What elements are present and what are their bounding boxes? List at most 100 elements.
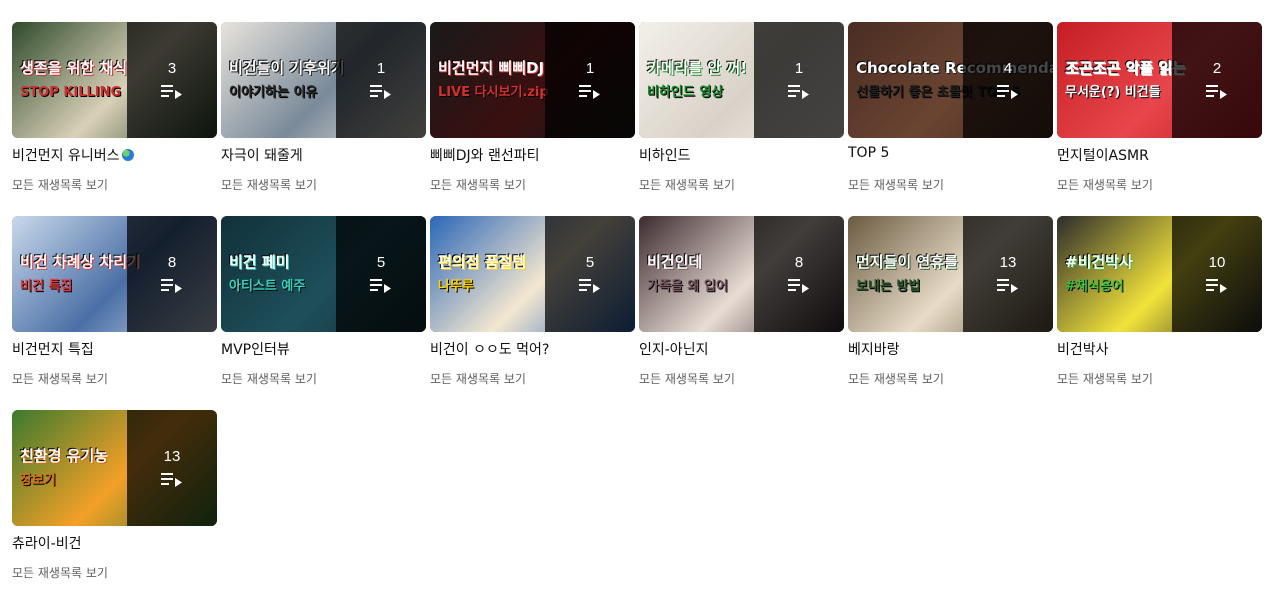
video-count: 2	[1212, 60, 1222, 77]
view-full-playlist-link[interactable]: 모든 재생목록 보기	[430, 370, 526, 387]
playlist-title-text: TOP 5	[848, 145, 890, 161]
playlist-title-text: MVP인터뷰	[221, 342, 290, 358]
view-full-playlist-link[interactable]: 모든 재생목록 보기	[1057, 176, 1153, 193]
playlist-card[interactable]: 편의점 품절템나뚜루 5 비건이 ㅇㅇ도 먹어? 모든 재생목록 보기	[430, 216, 635, 396]
view-full-playlist-link[interactable]: 모든 재생목록 보기	[430, 176, 526, 193]
playlist-icon	[161, 278, 183, 294]
playlist-thumbnail[interactable]: Chocolate Recommendation선물하기 좋은 초콜릿 TOP …	[848, 22, 1053, 138]
playlist-title-text: 비건먼지 특집	[12, 342, 94, 358]
view-full-playlist-link[interactable]: 모든 재생목록 보기	[12, 564, 108, 581]
playlist-thumbnail[interactable]: 편의점 품절템나뚜루 5	[430, 216, 635, 332]
playlist-title[interactable]: 먼지털이ASMR	[1057, 145, 1149, 165]
playlist-card[interactable]: 비건들이 기후위기 이야기하는 이유 1 자극이 돼줄게모든 재생목록 보기	[221, 22, 426, 202]
view-full-playlist-link[interactable]: 모든 재생목록 보기	[639, 176, 735, 193]
playlist-thumbnail[interactable]: 비건 차례상 차리기 비건 특집 8	[12, 216, 217, 332]
thumbnail-subheadline: 아티스트 예주	[229, 279, 306, 294]
thumbnail-subheadline: STOP KILLING	[20, 85, 122, 100]
thumbnail-headline: 카메라를 안 꺼!	[647, 59, 748, 77]
view-full-playlist-link[interactable]: 모든 재생목록 보기	[12, 370, 108, 387]
video-count: 1	[585, 60, 595, 77]
playlist-title[interactable]: 베지바랑	[848, 339, 900, 359]
thumbnail-headline: 비건인데	[647, 253, 703, 271]
playlist-count-overlay: 5	[545, 216, 635, 332]
video-count: 13	[999, 254, 1017, 271]
video-count: 10	[1208, 254, 1226, 271]
playlist-thumbnail[interactable]: #비건박사 #채식용어 10	[1057, 216, 1262, 332]
view-full-playlist-link[interactable]: 모든 재생목록 보기	[221, 370, 317, 387]
playlist-thumbnail[interactable]: 비건인데가족을 왜 입어 8	[639, 216, 844, 332]
playlist-card[interactable]: 생존을 위한 채식 STOP KILLING 3 비건먼지 유니버스모든 재생목록 보…	[12, 22, 217, 202]
playlist-card[interactable]: 비건 페미 아티스트 예주 5 MVP인터뷰 모든 재생목록 보기	[221, 216, 426, 396]
playlist-title[interactable]: 비건박사	[1057, 339, 1109, 359]
playlist-title-text: 인지-아닌지	[639, 342, 709, 358]
playlist-count-overlay: 5	[336, 216, 426, 332]
playlist-title[interactable]: 비하인드	[639, 145, 691, 165]
playlist-thumbnail[interactable]: 카메라를 안 꺼! 비하인드 영상 1	[639, 22, 844, 138]
playlist-icon	[579, 278, 601, 294]
playlist-card[interactable]: 비건 차례상 차리기 비건 특집 8 비건먼지 특집모든 재생목록 보기	[12, 216, 217, 396]
playlist-card[interactable]: 먼지들이 연휴를 보내는 방법 13 베지바랑모든 재생목록 보기	[848, 216, 1053, 396]
view-full-playlist-link[interactable]: 모든 재생목록 보기	[848, 176, 944, 193]
thumbnail-headline: 먼지들이 연휴를	[856, 253, 958, 271]
thumbnail-subheadline: LIVE 다시보기.zip	[438, 85, 549, 100]
playlist-thumbnail[interactable]: 비건먼지 삐삐DJ LIVE 다시보기.zip 1	[430, 22, 635, 138]
playlist-thumbnail[interactable]: 먼지들이 연휴를 보내는 방법 13	[848, 216, 1053, 332]
video-count: 8	[794, 254, 804, 271]
playlist-title[interactable]: MVP인터뷰	[221, 339, 290, 359]
playlist-title-text: 자극이 돼줄게	[221, 148, 303, 164]
video-count: 4	[1003, 60, 1013, 77]
thumbnail-subheadline: 무서운(?) 비건들	[1065, 85, 1161, 100]
playlist-card[interactable]: 비건인데가족을 왜 입어 8 인지-아닌지모든 재생목록 보기	[639, 216, 844, 396]
playlist-count-overlay: 8	[127, 216, 217, 332]
playlist-title-text: 비건먼지 유니버스	[12, 148, 120, 164]
playlist-thumbnail[interactable]: 생존을 위한 채식 STOP KILLING 3	[12, 22, 217, 138]
view-full-playlist-link[interactable]: 모든 재생목록 보기	[12, 176, 108, 193]
video-count: 3	[167, 60, 177, 77]
playlist-title[interactable]: 삐삐DJ와 랜선파티	[430, 145, 540, 165]
playlist-icon	[1206, 84, 1228, 100]
playlist-count-overlay: 2	[1172, 22, 1262, 138]
playlist-card[interactable]: 친환경 유기농 장보기 13 츄라이-비건모든 재생목록 보기	[12, 410, 217, 590]
thumbnail-headline: 비건먼지 삐삐DJ	[438, 59, 545, 77]
thumbnail-subheadline: 나뚜루	[438, 279, 474, 294]
playlist-card[interactable]: 카메라를 안 꺼! 비하인드 영상 1 비하인드모든 재생목록 보기	[639, 22, 844, 202]
playlist-title[interactable]: TOP 5	[848, 145, 889, 161]
playlist-thumbnail[interactable]: 비건 페미 아티스트 예주 5	[221, 216, 426, 332]
playlist-count-overlay: 1	[754, 22, 844, 138]
playlist-card[interactable]: #비건박사 #채식용어 10 비건박사모든 재생목록 보기	[1057, 216, 1262, 396]
video-count: 1	[376, 60, 386, 77]
playlist-title[interactable]: 인지-아닌지	[639, 339, 708, 359]
playlist-icon	[370, 84, 392, 100]
playlist-card[interactable]: 조곤조곤 악플 읽는무서운(?) 비건들 2 먼지털이ASMR 모든 재생목록 보기	[1057, 22, 1262, 202]
playlist-title[interactable]: 비건먼지 유니버스	[12, 145, 134, 165]
playlist-count-overlay: 4	[963, 22, 1053, 138]
view-full-playlist-link[interactable]: 모든 재생목록 보기	[639, 370, 735, 387]
thumbnail-headline: 친환경 유기농	[20, 447, 109, 465]
thumbnail-headline: 편의점 품절템	[438, 253, 527, 271]
thumbnail-headline: 조곤조곤 악플 읽는	[1065, 59, 1186, 77]
playlist-title-text: 비건이 ㅇㅇ도 먹어?	[430, 342, 550, 358]
playlist-card[interactable]: Chocolate Recommendation선물하기 좋은 초콜릿 TOP …	[848, 22, 1053, 202]
playlist-icon	[997, 278, 1019, 294]
playlist-thumbnail[interactable]: 친환경 유기농 장보기 13	[12, 410, 217, 526]
playlist-grid: 생존을 위한 채식 STOP KILLING 3 비건먼지 유니버스모든 재생목록 보…	[0, 0, 1280, 597]
playlist-card[interactable]: 비건먼지 삐삐DJ LIVE 다시보기.zip 1 삐삐DJ와 랜선파티모든 재생목록…	[430, 22, 635, 202]
playlist-title-text: 비건박사	[1057, 342, 1109, 358]
playlist-count-overlay: 3	[127, 22, 217, 138]
playlist-count-overlay: 1	[545, 22, 635, 138]
playlist-title-text: 비하인드	[639, 148, 691, 164]
view-full-playlist-link[interactable]: 모든 재생목록 보기	[1057, 370, 1153, 387]
view-full-playlist-link[interactable]: 모든 재생목록 보기	[221, 176, 317, 193]
playlist-thumbnail[interactable]: 비건들이 기후위기 이야기하는 이유 1	[221, 22, 426, 138]
playlist-title[interactable]: 자극이 돼줄게	[221, 145, 303, 165]
video-count: 13	[163, 448, 181, 465]
video-count: 5	[585, 254, 595, 271]
view-full-playlist-link[interactable]: 모든 재생목록 보기	[848, 370, 944, 387]
playlist-title[interactable]: 비건이 ㅇㅇ도 먹어?	[430, 339, 549, 359]
playlist-count-overlay: 8	[754, 216, 844, 332]
thumbnail-subheadline: 가족을 왜 입어	[647, 279, 728, 294]
playlist-title[interactable]: 비건먼지 특집	[12, 339, 94, 359]
thumbnail-headline: 생존을 위한 채식	[20, 59, 128, 77]
playlist-title[interactable]: 츄라이-비건	[12, 533, 81, 553]
playlist-thumbnail[interactable]: 조곤조곤 악플 읽는무서운(?) 비건들 2	[1057, 22, 1262, 138]
